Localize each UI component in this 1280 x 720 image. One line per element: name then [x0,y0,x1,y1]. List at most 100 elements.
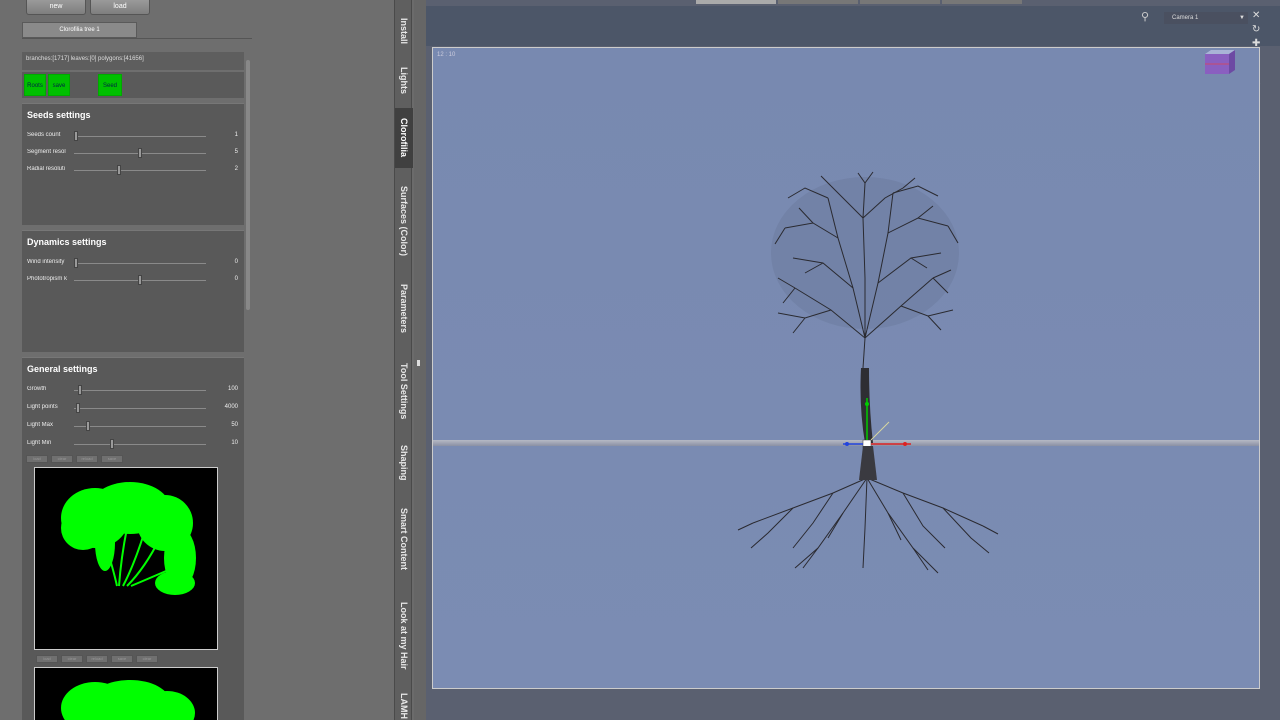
wind-intensity-slider[interactable]: Wind intensity 0 [22,255,244,272]
light-points-slider[interactable]: Light points 4000 [22,400,244,418]
slider-track[interactable] [74,439,206,449]
slider-label: Growth [27,386,47,392]
tab-tree-1[interactable]: Clorofilia tree 1 [22,22,137,38]
tree-silhouette-image-2 [61,680,195,720]
pane-splitter[interactable] [414,0,426,720]
slider-thumb[interactable] [138,148,142,158]
segment-resol-slider[interactable]: Segment resol 5 [22,145,244,162]
slider-track[interactable] [74,165,206,175]
viewport-tab[interactable] [860,0,940,4]
tree-silhouette-image [61,482,196,595]
roots-button[interactable]: Roots [24,74,46,96]
tree-crown [771,171,959,369]
slider-label: Light Max [27,422,54,428]
slider-value: 0 [234,276,238,282]
tab-lights[interactable]: Lights [395,60,413,100]
light-min-slider[interactable]: Light Min 10 [22,436,244,454]
slider-value: 10 [231,440,238,446]
slider-track[interactable] [74,421,206,431]
empty-button[interactable] [72,74,96,96]
slider-thumb[interactable] [78,385,82,395]
slider-value: 1 [234,132,238,138]
general-settings-title: General settings [27,364,98,374]
slider-track[interactable] [74,148,206,158]
slider-thumb[interactable] [74,258,78,268]
tab-smart-content[interactable]: Smart Content [395,500,413,578]
viewport-tab[interactable] [942,0,1022,4]
new-button[interactable]: new [26,0,86,15]
tree-stats: branches:[1717] leaves:[0] polygons:[416… [22,52,244,70]
panel-scrollbar[interactable] [246,60,250,310]
phototropism-slider[interactable]: Phototropism k 0 [22,272,244,289]
tab-shaping[interactable]: Shaping [395,440,413,486]
side-tabs: Install Lights Clorofilia Surfaces (Colo… [394,0,413,720]
slider-thumb[interactable] [86,421,90,431]
slider-thumb[interactable] [117,165,121,175]
splitter-grip[interactable] [417,360,420,366]
slider-value: 0 [234,259,238,265]
seed-button[interactable]: Seed [98,74,122,96]
transform-gizmo [843,398,911,449]
app-window: new load Clorofilia tree 1 branches:[171… [0,0,1280,720]
seeds-settings-section: Seeds settings Seeds count 1 Segment res… [22,103,244,225]
camera-select[interactable]: Camera 1 ▼ [1164,12,1248,24]
slider-value: 4000 [224,404,238,410]
preview-clear-button[interactable]: clear [51,455,73,463]
tab-tool-settings[interactable]: Tool Settings [395,356,413,426]
chevron-down-icon: ▼ [1239,15,1245,21]
tree-shape-preview-2[interactable] [34,667,218,720]
slider-thumb[interactable] [74,131,78,141]
slider-track[interactable] [74,403,206,413]
tab-parameters[interactable]: Parameters [395,278,413,340]
tab-divider [22,38,252,39]
3d-viewport[interactable]: 12 : 10 [432,47,1260,689]
trunk-base [859,446,877,480]
light-max-slider[interactable]: Light Max 50 [22,418,244,436]
slider-label: Light Min [27,440,52,446]
slider-track[interactable] [74,258,206,268]
preview-load-button[interactable]: load [26,455,48,463]
tab-clorofilia[interactable]: Clorofilia [395,108,413,168]
search-icon[interactable]: ⚲ [1141,10,1155,24]
tree-shape-preview[interactable] [34,467,218,650]
save-button[interactable]: save [48,74,70,96]
viewport-top-tabs [696,0,1022,4]
slider-thumb[interactable] [76,403,80,413]
growth-slider[interactable]: Growth 100 [22,382,244,400]
seeds-count-slider[interactable]: Seeds count 1 [22,128,244,145]
file-toolbar: new load [26,0,150,15]
rotate-icon[interactable]: ↻ [1252,24,1264,38]
slider-label: Radial resoluti [27,166,66,172]
slider-track[interactable] [74,131,206,141]
load-button[interactable]: load [90,0,150,15]
slider-label: Wind intensity [27,259,65,265]
tab-install[interactable]: Install [395,12,413,50]
slider-value: 100 [227,386,238,392]
tab-surfaces[interactable]: Surfaces (Color) [395,178,413,264]
preview-save-button[interactable]: save [101,455,123,463]
tree-roots [737,477,999,574]
tab-lamh[interactable]: LAMH [395,692,413,720]
slider-label: Phototropism k [27,276,68,282]
preview2-save-button[interactable]: save [111,655,133,663]
preview2-reload-button[interactable]: reload [86,655,108,663]
close-icon[interactable]: ✕ [1252,10,1264,24]
tab-look-at-my-hair[interactable]: Look at my Hair [395,594,413,678]
slider-thumb[interactable] [138,275,142,285]
preview-buttons: load clear reload save [26,455,123,463]
dynamics-settings-title: Dynamics settings [27,237,107,247]
slider-thumb[interactable] [110,439,114,449]
seeds-settings-title: Seeds settings [27,110,91,120]
viewport-tab[interactable] [778,0,858,4]
action-bar: Roots save Seed [22,72,244,98]
preview2-clear-button[interactable]: clear [61,655,83,663]
slider-label: Segment resol [27,149,66,155]
preview-reload-button[interactable]: reload [76,455,98,463]
slider-value: 5 [234,149,238,155]
viewport-tab-active[interactable] [696,0,776,4]
preview2-load-button[interactable]: load [36,655,58,663]
slider-track[interactable] [74,275,206,285]
preview2-clear2-button[interactable]: clear [136,655,158,663]
radial-resolution-slider[interactable]: Radial resoluti 2 [22,162,244,179]
slider-track[interactable] [74,385,206,395]
